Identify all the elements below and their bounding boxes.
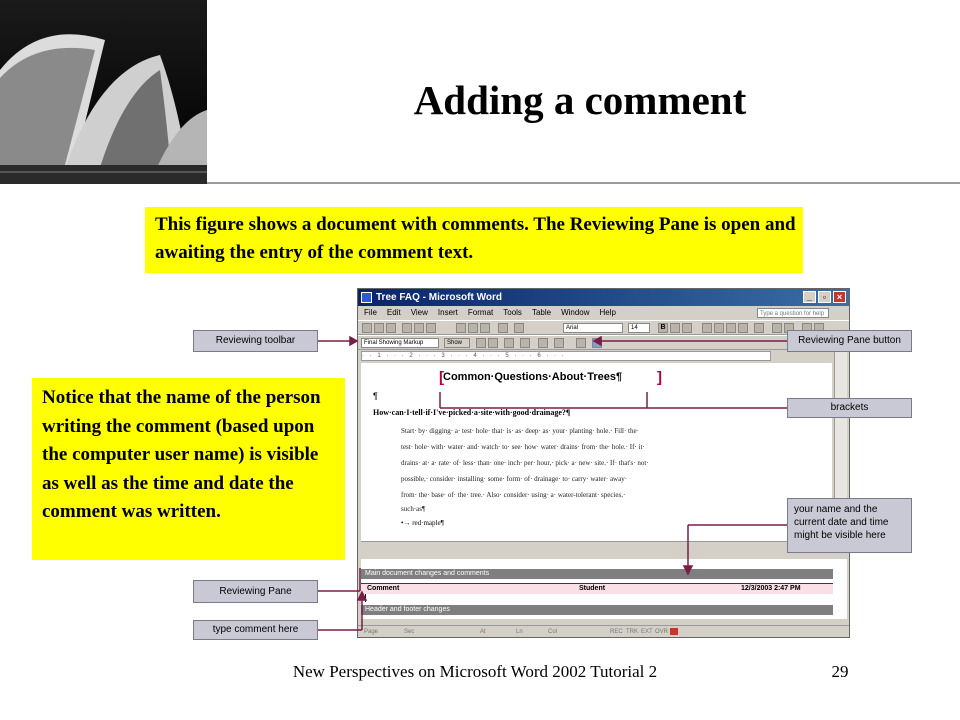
- arrowhead-pane-button: [592, 335, 602, 347]
- arrowhead-name-date: [682, 565, 694, 576]
- arrowhead-reviewing-toolbar: [349, 335, 359, 347]
- leader-lines: [318, 335, 787, 631]
- footer-text: New Perspectives on Microsoft Word 2002 …: [292, 662, 658, 681]
- page-number: 29: [831, 662, 849, 681]
- arrowhead-type-comment: [356, 590, 368, 601]
